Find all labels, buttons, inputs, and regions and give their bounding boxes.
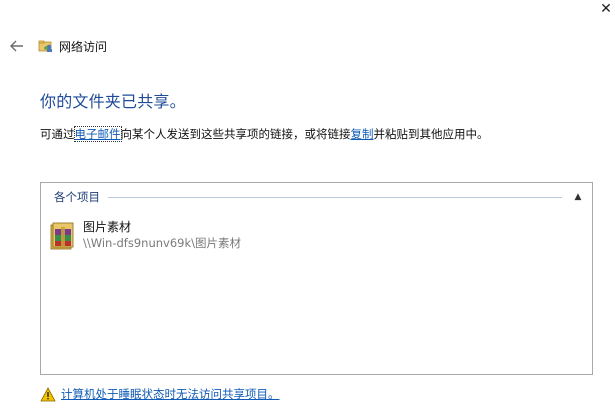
sleep-warning: 计算机处于睡眠状态时无法访问共享项目。: [40, 386, 280, 402]
copy-link[interactable]: 复制: [351, 127, 374, 141]
close-button[interactable]: ✕: [597, 0, 615, 18]
navigation-bar: 网络访问: [6, 36, 107, 56]
window-title: 网络访问: [59, 39, 108, 54]
sleep-warning-link[interactable]: 计算机处于睡眠状态时无法访问共享项目。: [61, 386, 280, 402]
network-share-icon: [38, 40, 52, 52]
group-header: 各个项目 ▲: [41, 189, 592, 205]
arrow-left-icon: [10, 40, 23, 52]
share-description: 可通过电子邮件向某个人发送到这些共享项的链接，或将链接复制并粘贴到其他应用中。: [40, 126, 489, 142]
description-middle: 向某个人发送到这些共享项的链接，或将链接: [120, 127, 351, 141]
shared-items-panel: 各个项目 ▲ 图片素材 \\Win-dfs9nunv69k\图片素材: [40, 182, 593, 375]
item-name: 图片素材: [83, 220, 132, 234]
page-heading: 你的文件夹已共享。: [40, 92, 186, 111]
back-button[interactable]: [6, 36, 28, 56]
collapse-button[interactable]: ▲: [570, 189, 586, 205]
description-suffix: 并粘贴到其他应用中。: [373, 127, 489, 141]
email-link[interactable]: 电子邮件: [73, 126, 122, 142]
description-prefix: 可通过: [40, 127, 75, 141]
item-text: 图片素材 \\Win-dfs9nunv69k\图片素材: [83, 219, 241, 251]
group-label: 各个项目: [54, 190, 100, 204]
winrar-archive-icon: [50, 222, 74, 250]
list-item[interactable]: 图片素材 \\Win-dfs9nunv69k\图片素材: [49, 219, 241, 251]
item-path: \\Win-dfs9nunv69k\图片素材: [83, 236, 241, 250]
group-divider: [108, 196, 562, 198]
warning-icon: [40, 386, 56, 401]
